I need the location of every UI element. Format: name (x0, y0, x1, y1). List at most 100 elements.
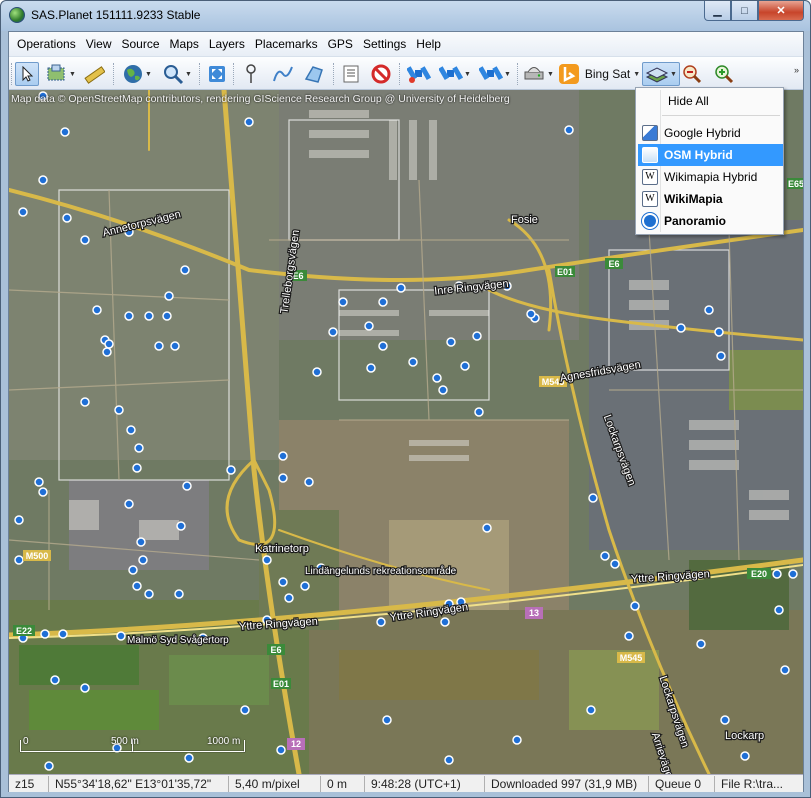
poi-marker[interactable] (482, 523, 492, 533)
poi-marker[interactable] (114, 405, 124, 415)
poi-marker[interactable] (138, 555, 148, 565)
poi-marker[interactable] (444, 755, 454, 765)
poi-marker[interactable] (102, 347, 112, 357)
poi-marker[interactable] (460, 361, 470, 371)
placemark-manager-button[interactable] (339, 62, 363, 86)
poi-marker[interactable] (600, 551, 610, 561)
poi-marker[interactable] (704, 305, 714, 315)
poi-marker[interactable] (164, 291, 174, 301)
poi-marker[interactable] (378, 297, 388, 307)
zoom-out-button[interactable] (681, 62, 703, 86)
map-globe-button[interactable]: ▼ (119, 62, 155, 86)
poi-marker[interactable] (714, 327, 724, 337)
poi-marker[interactable] (58, 629, 68, 639)
poi-marker[interactable] (696, 639, 706, 649)
add-path-button[interactable] (271, 62, 295, 86)
poi-marker[interactable] (62, 213, 72, 223)
hide-placemarks-button[interactable] (369, 62, 393, 86)
ruler-tool-button[interactable] (81, 62, 107, 86)
poi-marker[interactable] (586, 705, 596, 715)
menu-hide-all[interactable]: Hide All (638, 90, 783, 112)
poi-marker[interactable] (564, 125, 574, 135)
gps-track-button[interactable]: ▼ (437, 62, 473, 86)
poi-marker[interactable] (304, 477, 314, 487)
menu-view[interactable]: View (81, 32, 117, 56)
poi-marker[interactable] (740, 751, 750, 761)
poi-marker[interactable] (284, 593, 294, 603)
menu-gps[interactable]: GPS (323, 32, 358, 56)
poi-marker[interactable] (262, 555, 272, 565)
zoom-in-button[interactable] (713, 62, 735, 86)
poi-marker[interactable] (174, 589, 184, 599)
poi-marker[interactable] (92, 305, 102, 315)
gps-connect-button[interactable] (405, 62, 433, 86)
zoom-tool-button[interactable]: ▼ (159, 62, 195, 86)
poi-marker[interactable] (278, 577, 288, 587)
poi-marker[interactable] (772, 569, 782, 579)
maximize-button[interactable]: □ (731, 1, 758, 21)
poi-marker[interactable] (382, 715, 392, 725)
close-button[interactable]: ✕ (758, 1, 804, 21)
poi-marker[interactable] (34, 477, 44, 487)
poi-marker[interactable] (300, 581, 310, 591)
poi-marker[interactable] (396, 283, 406, 293)
poi-marker[interactable] (526, 309, 536, 319)
layers-dropdown-button[interactable]: ▼ (642, 62, 680, 86)
network-source-button[interactable]: ▼ (521, 62, 555, 86)
poi-marker[interactable] (364, 321, 374, 331)
poi-marker[interactable] (276, 745, 286, 755)
poi-marker[interactable] (474, 407, 484, 417)
poi-marker[interactable] (378, 341, 388, 351)
poi-marker[interactable] (170, 341, 180, 351)
poi-marker[interactable] (512, 735, 522, 745)
fullscreen-button[interactable] (205, 62, 229, 86)
poi-marker[interactable] (162, 311, 172, 321)
poi-marker[interactable] (132, 463, 142, 473)
poi-marker[interactable] (338, 297, 348, 307)
layer-google-hybrid[interactable]: Google Hybrid (638, 122, 783, 144)
poi-marker[interactable] (14, 555, 24, 565)
toolbar-overflow-chevron[interactable]: » (794, 65, 799, 75)
menu-placemarks[interactable]: Placemarks (250, 32, 323, 56)
menu-maps[interactable]: Maps (165, 32, 204, 56)
poi-marker[interactable] (38, 487, 48, 497)
poi-marker[interactable] (144, 311, 154, 321)
layer-osm-hybrid[interactable]: OSM Hybrid (638, 144, 783, 166)
poi-marker[interactable] (676, 323, 686, 333)
poi-marker[interactable] (610, 559, 620, 569)
poi-marker[interactable] (244, 117, 254, 127)
menu-source[interactable]: Source (117, 32, 165, 56)
poi-marker[interactable] (154, 341, 164, 351)
poi-marker[interactable] (278, 451, 288, 461)
poi-marker[interactable] (80, 683, 90, 693)
poi-marker[interactable] (446, 337, 456, 347)
selection-tool-button[interactable]: ▼ (43, 62, 79, 86)
layer-wikimapia[interactable]: W WikiMapia (638, 188, 783, 210)
poi-marker[interactable] (774, 605, 784, 615)
poi-marker[interactable] (124, 499, 134, 509)
poi-marker[interactable] (180, 265, 190, 275)
menu-layers[interactable]: Layers (204, 32, 250, 56)
poi-marker[interactable] (116, 631, 126, 641)
poi-marker[interactable] (588, 493, 598, 503)
pointer-tool-button[interactable] (15, 62, 39, 86)
poi-marker[interactable] (136, 537, 146, 547)
poi-marker[interactable] (630, 601, 640, 611)
poi-marker[interactable] (408, 357, 418, 367)
menu-settings[interactable]: Settings (358, 32, 411, 56)
poi-marker[interactable] (624, 631, 634, 641)
poi-marker[interactable] (432, 373, 442, 383)
gps-center-button[interactable]: ▼ (477, 62, 513, 86)
menu-help[interactable]: Help (411, 32, 446, 56)
poi-marker[interactable] (40, 629, 50, 639)
poi-marker[interactable] (716, 351, 726, 361)
poi-marker[interactable] (720, 715, 730, 725)
poi-marker[interactable] (176, 521, 186, 531)
menu-operations[interactable]: Operations (12, 32, 81, 56)
poi-marker[interactable] (60, 127, 70, 137)
poi-marker[interactable] (18, 207, 28, 217)
add-placemark-button[interactable] (239, 62, 263, 86)
poi-marker[interactable] (38, 175, 48, 185)
layer-panoramio[interactable]: Panoramio (638, 210, 783, 232)
poi-marker[interactable] (134, 443, 144, 453)
